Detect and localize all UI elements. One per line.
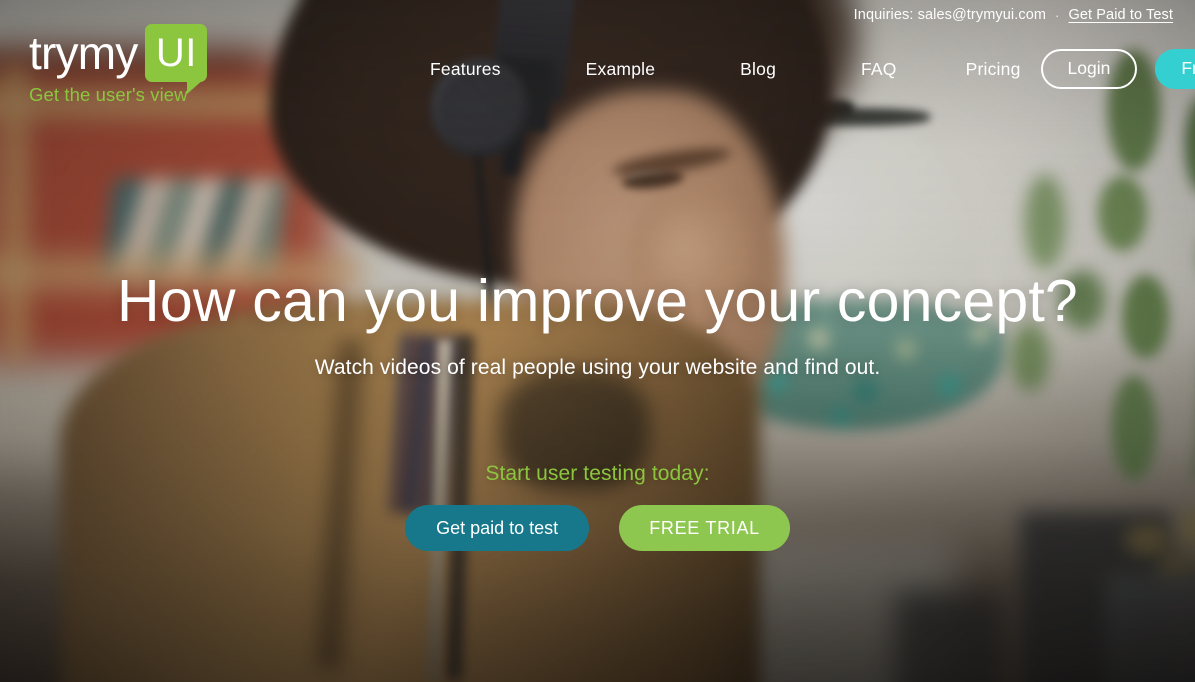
nav-item-features[interactable]: Features — [430, 59, 501, 80]
cta-section: Start user testing today: Get paid to te… — [0, 462, 1195, 551]
nav-item-blog[interactable]: Blog — [740, 59, 776, 80]
logo-tagline: Get the user's view — [29, 84, 188, 105]
get-paid-to-test-button[interactable]: Get paid to test — [405, 505, 590, 551]
nav-item-pricing[interactable]: Pricing — [966, 59, 1021, 80]
hero-subheadline: Watch videos of real people using your w… — [314, 356, 881, 380]
free-trial-button-hero[interactable]: FREE TRIAL — [619, 505, 790, 551]
nav-item-faq[interactable]: FAQ — [861, 59, 897, 80]
inquiries-text: Inquiries: sales@trymyui.com — [853, 7, 1047, 23]
speech-bubble-tail-icon — [187, 79, 205, 94]
logo-badge-label: UI — [155, 31, 197, 75]
logo-ui-badge-icon: UI — [145, 24, 208, 94]
nav-item-example[interactable]: Example — [586, 59, 656, 80]
get-paid-to-test-link[interactable]: Get Paid to Test — [1068, 7, 1173, 23]
topbar-separator: · — [1055, 7, 1060, 23]
cta-button-group: Get paid to test FREE TRIAL — [0, 505, 1195, 551]
cta-kicker-text: Start user testing today: — [485, 462, 710, 485]
hero-section: How can you improve your concept? Watch … — [0, 268, 1195, 380]
hero-headline: How can you improve your concept? — [117, 268, 1078, 334]
logo[interactable]: trymy UI Get the user's view — [29, 24, 208, 106]
login-button[interactable]: Login — [1040, 49, 1138, 89]
landing-page: Inquiries: sales@trymyui.com · Get Paid … — [0, 0, 1195, 682]
free-trial-button-header[interactable]: Free Trial — [1155, 49, 1195, 89]
logo-row: trymy UI — [29, 24, 208, 94]
top-utility-bar: Inquiries: sales@trymyui.com · Get Paid … — [854, 0, 1195, 30]
logo-wordmark: trymy — [29, 27, 138, 79]
main-navigation: Features Example Blog FAQ Pricing Login … — [430, 49, 1195, 89]
